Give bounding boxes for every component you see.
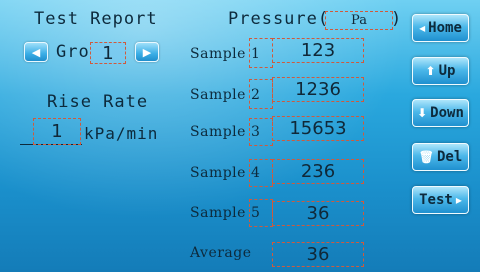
test-button-label: Test — [419, 192, 453, 208]
test-button[interactable]: Test ▸ — [412, 186, 469, 214]
pressure-unit-field[interactable]: Pa — [325, 11, 393, 30]
sample-index: 4 — [251, 165, 261, 181]
right-arrow-icon: ▶ — [142, 45, 152, 59]
left-arrow-icon: ◀ — [31, 45, 41, 59]
down-arrow-icon: ⬇ — [417, 106, 428, 120]
home-button-label: Home — [428, 20, 462, 36]
pressure-close-paren: ) — [391, 9, 403, 29]
rise-rate-unit: kPa/min — [84, 124, 159, 143]
trash-icon: 🗑 — [418, 150, 434, 164]
rise-rate-value-field[interactable]: 1 — [33, 118, 81, 145]
average-value-field: 36 — [272, 242, 364, 267]
pressure-title: Pressure( — [228, 9, 330, 29]
sample-label: Sample — [190, 205, 246, 221]
down-button[interactable]: ⬇ Down — [412, 99, 469, 127]
delete-button-label: Del — [436, 149, 463, 165]
up-button[interactable]: ⬆ Up — [412, 57, 469, 85]
next-group-button[interactable]: ▶ — [135, 42, 159, 62]
average-label: Average — [190, 245, 252, 261]
down-button-label: Down — [430, 105, 464, 121]
home-button[interactable]: ◂ Home — [412, 14, 469, 42]
group-label: Gro — [56, 42, 90, 62]
up-arrow-icon: ⬆ — [425, 64, 436, 78]
left-triangle-icon: ◂ — [419, 21, 426, 35]
sample-value-field[interactable]: 1236 — [272, 77, 364, 102]
sample-label: Sample — [190, 46, 246, 62]
sample-index: 3 — [251, 124, 261, 140]
sample-value-field[interactable]: 236 — [272, 159, 364, 184]
sample-index: 2 — [251, 87, 261, 103]
group-number-field[interactable]: 1 — [90, 42, 126, 64]
report-title: Test Report — [34, 9, 158, 29]
sample-value-field[interactable]: 36 — [272, 201, 364, 226]
prev-group-button[interactable]: ◀ — [24, 42, 48, 62]
rise-rate-title: Rise Rate — [47, 92, 149, 112]
sample-label: Sample — [190, 165, 246, 181]
right-triangle-icon: ▸ — [455, 193, 462, 207]
sample-label: Sample — [190, 124, 246, 140]
sample-index: 1 — [251, 46, 261, 62]
sample-value-field[interactable]: 123 — [272, 38, 364, 63]
sample-label: Sample — [190, 87, 246, 103]
sample-value-field[interactable]: 15653 — [272, 116, 364, 141]
delete-button[interactable]: 🗑 Del — [412, 143, 469, 171]
sample-index: 5 — [251, 205, 261, 221]
up-button-label: Up — [438, 63, 456, 79]
